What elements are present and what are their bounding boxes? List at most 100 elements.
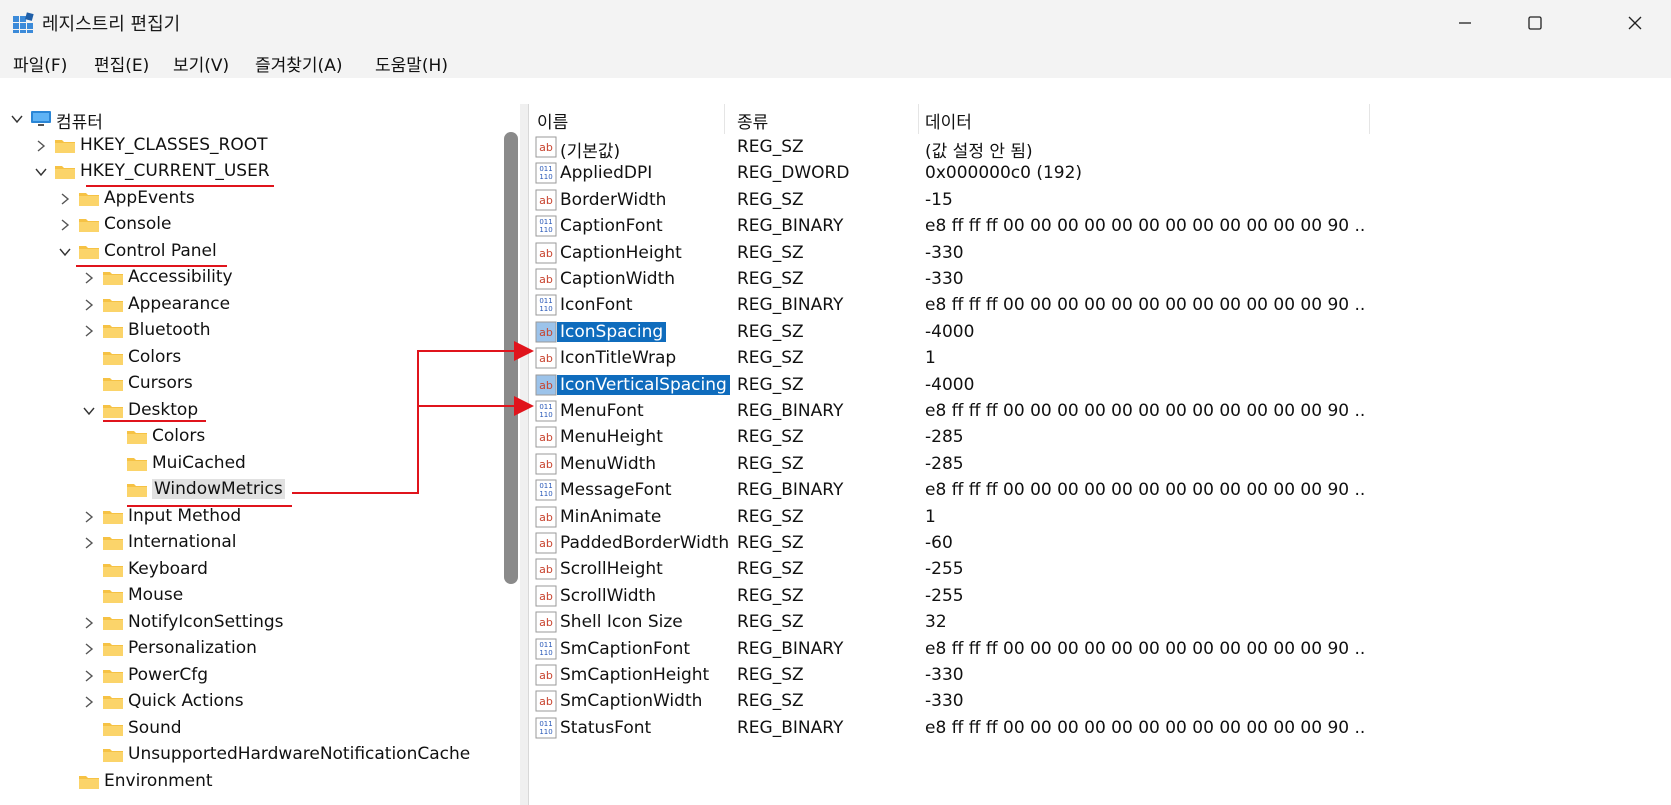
tree-item-accessibility[interactable]: Accessibility <box>0 265 500 291</box>
string-value-icon: ab <box>535 558 557 580</box>
chevron-right-icon[interactable] <box>34 139 48 153</box>
folder-icon <box>103 298 123 312</box>
title-bar[interactable]: 레지스트리 편집기 <box>0 0 1671 46</box>
tree-item-hkey-current-user[interactable]: HKEY_CURRENT_USER <box>0 159 500 185</box>
values-list-pane[interactable]: 이름 종류 데이터 ab (기본값) REG_SZ (값 설정 안 됨) 011 110 A… <box>529 104 1671 805</box>
tree-item-cursors[interactable]: Cursors <box>0 371 500 397</box>
close-button[interactable] <box>1600 0 1670 46</box>
chevron-right-icon[interactable] <box>82 695 96 709</box>
chevron-right-icon[interactable] <box>82 324 96 338</box>
value-row-captionwidth[interactable]: ab CaptionWidth REG_SZ -330 <box>529 266 1669 292</box>
value-row-minanimate[interactable]: ab MinAnimate REG_SZ 1 <box>529 504 1669 530</box>
tree-item-bluetooth[interactable]: Bluetooth <box>0 318 500 344</box>
value-row-smcaptionfont[interactable]: 011 110 SmCaptionFont REG_BINARY e8 ff ff ff… <box>529 636 1669 662</box>
tree-item-powercfg[interactable]: PowerCfg <box>0 663 500 689</box>
menu-help[interactable]: 도움말(H) <box>375 51 448 76</box>
tree-item-desktop[interactable]: Desktop <box>0 398 500 424</box>
pane-splitter[interactable] <box>520 104 529 805</box>
svg-text:011: 011 <box>539 297 552 305</box>
value-row-기본값[interactable]: ab (기본값) REG_SZ (값 설정 안 됨) <box>529 134 1669 162</box>
chevron-right-icon[interactable] <box>82 669 96 683</box>
computer-icon <box>31 111 51 126</box>
value-row-applieddpi[interactable]: 011 110 AppliedDPI REG_DWORD 0x000000c0 (192… <box>529 160 1669 186</box>
value-row-scrollheight[interactable]: ab ScrollHeight REG_SZ -255 <box>529 556 1669 582</box>
chevron-right-icon[interactable] <box>58 218 72 232</box>
tree-item-notifyiconsettings[interactable]: NotifyIconSettings <box>0 610 500 636</box>
address-bar[interactable] <box>0 78 1671 105</box>
tree-item-hkey-classes-root[interactable]: HKEY_CLASSES_ROOT <box>0 133 500 159</box>
value-name: CaptionWidth <box>560 269 676 289</box>
tree-item-quick-actions[interactable]: Quick Actions <box>0 689 500 715</box>
column-divider[interactable] <box>724 104 725 134</box>
value-row-iconspacing[interactable]: ab IconSpacing REG_SZ -4000 <box>529 319 1669 345</box>
chevron-down-icon[interactable] <box>10 112 24 126</box>
value-row-captionheight[interactable]: ab CaptionHeight REG_SZ -330 <box>529 240 1669 266</box>
chevron-right-icon[interactable] <box>82 616 96 630</box>
value-row-borderwidth[interactable]: ab BorderWidth REG_SZ -15 <box>529 187 1669 213</box>
column-header-data[interactable]: 데이터 <box>925 108 972 133</box>
tree-item-컴퓨터[interactable]: 컴퓨터 <box>0 106 500 133</box>
svg-text:ab: ab <box>539 563 553 576</box>
tree-item-unsupportedhardwarenotificationcache[interactable]: UnsupportedHardwareNotificationCache <box>0 742 500 768</box>
tree-item-console[interactable]: Console <box>0 212 500 238</box>
value-row-statusfont[interactable]: 011 110 StatusFont REG_BINARY e8 ff ff ff 00… <box>529 715 1669 741</box>
value-type: REG_SZ <box>737 665 804 685</box>
minimize-button[interactable] <box>1430 0 1500 46</box>
menu-favorites[interactable]: 즐겨찾기(A) <box>255 51 342 76</box>
menu-view[interactable]: 보기(V) <box>173 51 229 76</box>
tree-scrollbar[interactable] <box>504 132 518 584</box>
tree-item-personalization[interactable]: Personalization <box>0 636 500 662</box>
value-row-messagefont[interactable]: 011 110 MessageFont REG_BINARY e8 ff ff ff 0… <box>529 477 1669 503</box>
tree-item-control-panel[interactable]: Control Panel <box>0 239 500 265</box>
value-row-menuheight[interactable]: ab MenuHeight REG_SZ -285 <box>529 424 1669 450</box>
value-row-menuwidth[interactable]: ab MenuWidth REG_SZ -285 <box>529 451 1669 477</box>
key-tree-pane[interactable]: 컴퓨터 HKEY_CLASSES_ROOT HKEY_CURRENT_USER App… <box>0 104 521 805</box>
tree-item-muicached[interactable]: MuiCached <box>0 451 500 477</box>
value-row-menufont[interactable]: 011 110 MenuFont REG_BINARY e8 ff ff ff 00 0… <box>529 398 1669 424</box>
menu-file[interactable]: 파일(F) <box>13 51 67 76</box>
value-row-shell-icon-size[interactable]: ab Shell Icon Size REG_SZ 32 <box>529 609 1669 635</box>
tree-item-mouse[interactable]: Mouse <box>0 583 500 609</box>
value-row-iconverticalspacing[interactable]: ab IconVerticalSpacing REG_SZ -4000 <box>529 372 1669 398</box>
value-row-smcaptionheight[interactable]: ab SmCaptionHeight REG_SZ -330 <box>529 662 1669 688</box>
chevron-right-icon[interactable] <box>82 298 96 312</box>
svg-text:011: 011 <box>539 403 552 411</box>
tree-item-keyboard[interactable]: Keyboard <box>0 557 500 583</box>
chevron-right-icon[interactable] <box>82 271 96 285</box>
svg-text:ab: ab <box>539 352 553 365</box>
chevron-down-icon[interactable] <box>58 245 72 259</box>
tree-item-sound[interactable]: Sound <box>0 716 500 742</box>
column-divider[interactable] <box>918 104 919 134</box>
value-row-captionfont[interactable]: 011 110 CaptionFont REG_BINARY e8 ff ff ff 0… <box>529 213 1669 239</box>
tree-item-colors[interactable]: Colors <box>0 424 500 450</box>
chevron-right-icon[interactable] <box>82 536 96 550</box>
value-type: REG_BINARY <box>737 295 844 316</box>
tree-item-windowmetrics[interactable]: WindowMetrics <box>0 477 500 503</box>
menu-edit[interactable]: 편집(E) <box>94 51 149 76</box>
tree-item-appearance[interactable]: Appearance <box>0 292 500 318</box>
tree-item-appevents[interactable]: AppEvents <box>0 186 500 212</box>
value-row-scrollwidth[interactable]: ab ScrollWidth REG_SZ -255 <box>529 583 1669 609</box>
tree-item-colors[interactable]: Colors <box>0 345 500 371</box>
chevron-right-icon[interactable] <box>82 642 96 656</box>
chevron-down-icon[interactable] <box>82 404 96 418</box>
value-row-iconfont[interactable]: 011 110 IconFont REG_BINARY e8 ff ff ff 00 0… <box>529 292 1669 318</box>
value-row-smcaptionwidth[interactable]: ab SmCaptionWidth REG_SZ -330 <box>529 688 1669 714</box>
tree-item-label: Keyboard <box>128 558 208 579</box>
tree-item-international[interactable]: International <box>0 530 500 556</box>
tree-item-input-method[interactable]: Input Method <box>0 504 500 530</box>
chevron-right-icon[interactable] <box>82 510 96 524</box>
maximize-button[interactable] <box>1500 0 1570 46</box>
value-data: -4000 <box>925 374 975 395</box>
value-type: REG_SZ <box>737 453 804 474</box>
value-name: SmCaptionHeight <box>560 665 710 685</box>
column-header-type[interactable]: 종류 <box>737 108 768 133</box>
chevron-right-icon[interactable] <box>58 192 72 206</box>
column-header-name[interactable]: 이름 <box>537 108 568 133</box>
value-type: REG_SZ <box>737 427 804 448</box>
tree-item-environment[interactable]: Environment <box>0 769 500 795</box>
column-divider[interactable] <box>1369 104 1370 134</box>
value-row-paddedborderwidth[interactable]: ab PaddedBorderWidth REG_SZ -60 <box>529 530 1669 556</box>
chevron-down-icon[interactable] <box>34 165 48 179</box>
value-row-icontitlewrap[interactable]: ab IconTitleWrap REG_SZ 1 <box>529 345 1669 371</box>
